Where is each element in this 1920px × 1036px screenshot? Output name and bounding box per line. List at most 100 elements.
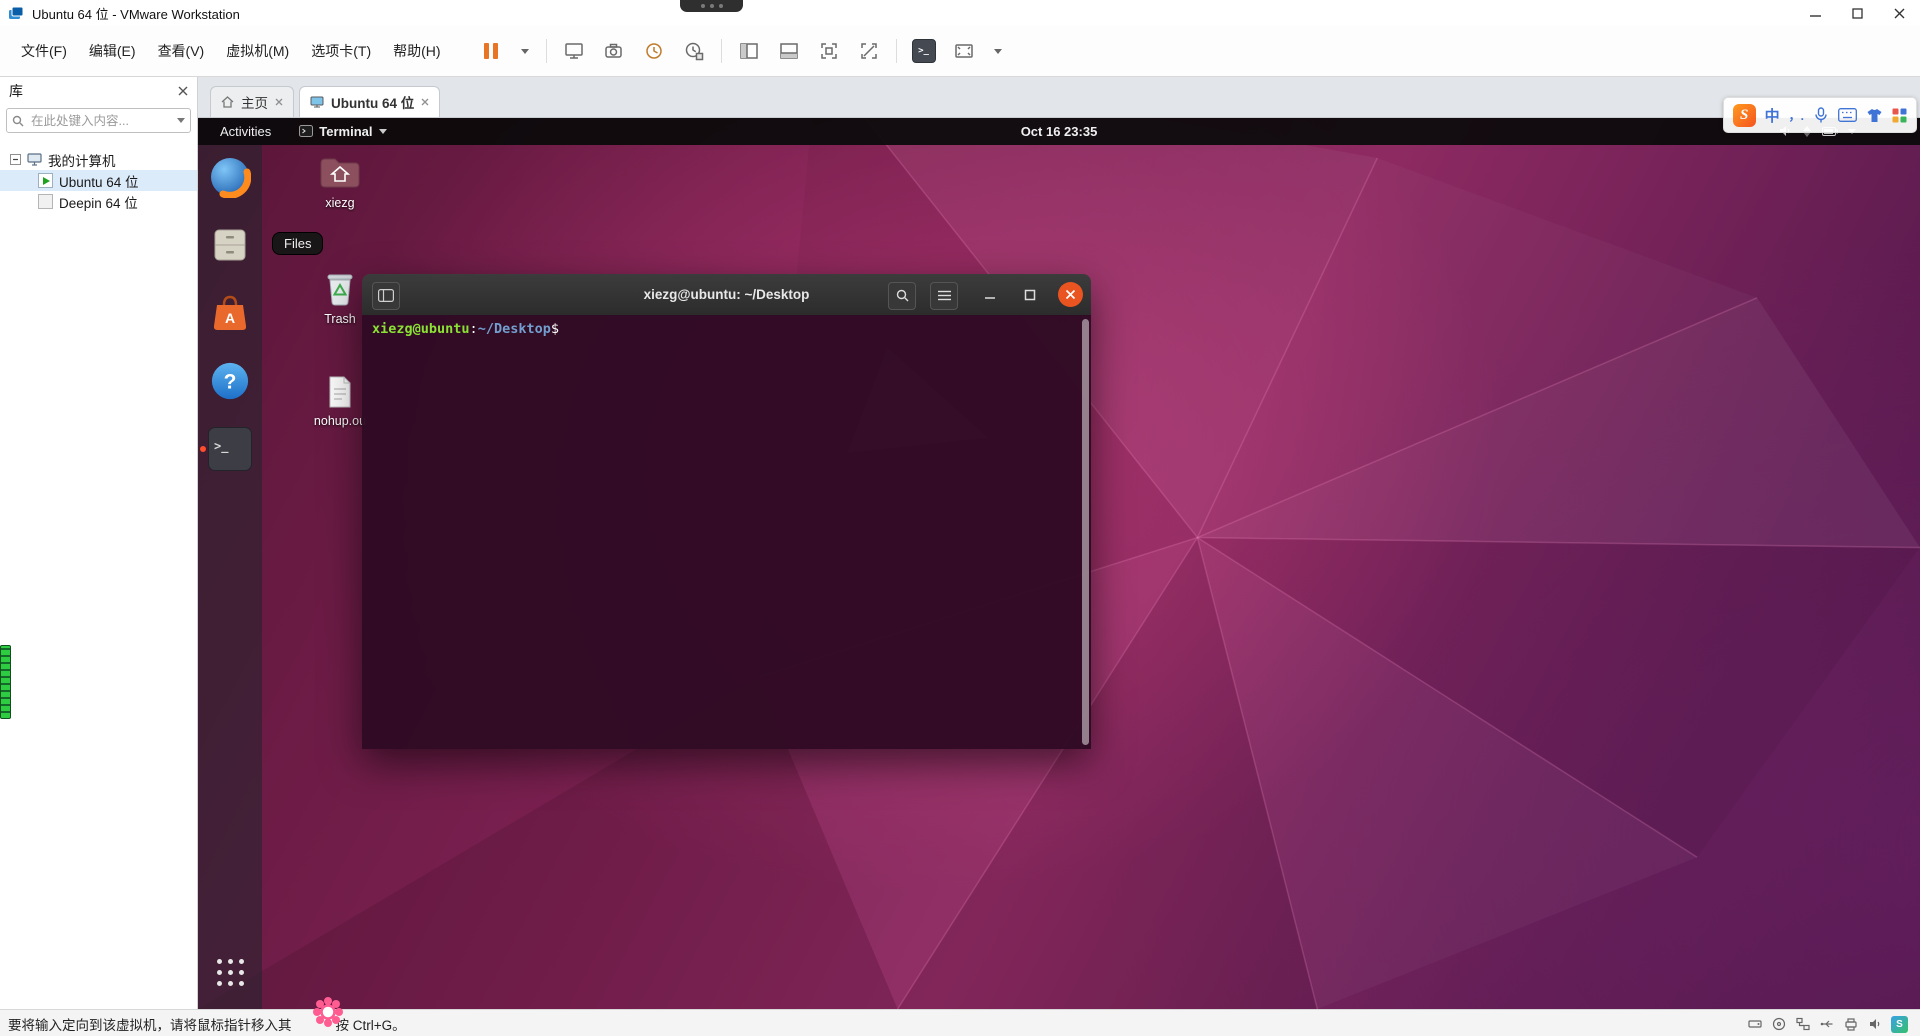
sound-icon[interactable]	[1867, 1016, 1883, 1032]
library-title: 库	[9, 83, 23, 99]
show-thumbnail-bar-button[interactable]	[776, 38, 802, 64]
menu-edit[interactable]: 编辑(E)	[78, 36, 147, 66]
dock-item-terminal[interactable]: >_	[200, 426, 253, 472]
firefox-icon	[211, 157, 251, 198]
fit-guest-button[interactable]	[816, 38, 842, 64]
app-menu-button[interactable]: Terminal	[299, 123, 387, 139]
toolbar-pull-tab[interactable]	[680, 0, 743, 12]
svg-text:?: ?	[224, 371, 237, 394]
dock: A ? >_	[198, 144, 262, 1009]
toolbox-grid-icon[interactable]	[1892, 108, 1907, 123]
tree-node-my-computer[interactable]: 我的计算机	[0, 149, 197, 170]
vm-screen-icon	[310, 96, 324, 108]
sogou-ime-bar: S 中 ，.	[1722, 97, 1917, 133]
terminal-mini-icon	[299, 125, 314, 138]
dock-item-ubuntu-software[interactable]: A	[207, 290, 253, 336]
toolbar: >_	[478, 38, 1005, 64]
cd-icon[interactable]	[1771, 1016, 1787, 1032]
ubuntu-software-icon: A	[213, 295, 247, 330]
tree-node-ubuntu-vm[interactable]: Ubuntu 64 位	[0, 170, 197, 191]
clock-button[interactable]: Oct 16 23:35	[1021, 124, 1098, 139]
revert-snapshot-button[interactable]	[641, 38, 667, 64]
menu-help[interactable]: 帮助(H)	[382, 36, 451, 66]
toolbar-separator	[720, 39, 722, 63]
ime-punctuation-toggle[interactable]: ，.	[1789, 107, 1804, 124]
vmware-logo-icon	[8, 5, 24, 21]
suspend-button[interactable]	[478, 38, 504, 64]
terminal-headerbar[interactable]: xiezg@ubuntu: ~/Desktop	[362, 273, 1091, 316]
library-search	[6, 108, 191, 133]
manage-snapshots-button[interactable]	[681, 38, 707, 64]
library-search-input[interactable]	[29, 112, 172, 129]
terminal-body[interactable]: xiezg@ubuntu:~/Desktop$	[362, 314, 1091, 749]
chevron-down-icon	[378, 128, 387, 134]
search-filter-caret-icon[interactable]	[177, 118, 185, 123]
suspend-dropdown-caret[interactable]	[518, 38, 532, 64]
tree-expander-icon[interactable]	[10, 154, 21, 165]
hdd-icon[interactable]	[1747, 1016, 1763, 1032]
virtual-console-button[interactable]: >_	[911, 38, 937, 64]
dock-item-help[interactable]: ?	[207, 358, 253, 404]
skin-shirt-icon[interactable]	[1866, 108, 1883, 123]
tree-node-deepin-vm[interactable]: Deepin 64 位	[0, 191, 197, 212]
menu-file[interactable]: 文件(F)	[10, 36, 78, 66]
terminal-minimize-button[interactable]	[978, 282, 1002, 308]
vm-console-screen[interactable]: Activities Terminal Oct 16 23:35 A ? >_ …	[198, 117, 1920, 1009]
new-terminal-tab-button[interactable]	[372, 281, 400, 310]
desktop-icon-label: xiezg	[325, 195, 355, 210]
menubar: 文件(F) 编辑(E) 查看(V) 虚拟机(M) 选项卡(T) 帮助(H) >_	[0, 26, 1920, 77]
running-indicator-dot	[200, 445, 206, 452]
window-controls	[1794, 0, 1920, 26]
fit-window-button[interactable]	[856, 38, 882, 64]
network-adapter-icon[interactable]	[1795, 1016, 1811, 1032]
tab-close-icon[interactable]	[275, 98, 283, 106]
toolbar-separator	[895, 39, 897, 63]
sogou-logo-icon[interactable]: S	[1732, 103, 1756, 127]
home-icon	[221, 96, 234, 108]
library-close-icon[interactable]	[178, 86, 188, 96]
soft-keyboard-icon[interactable]	[1838, 108, 1857, 122]
ime-tray-icon[interactable]: S	[1891, 1015, 1908, 1033]
vm-powered-off-icon	[38, 194, 53, 209]
terminal-menu-button[interactable]	[930, 281, 958, 310]
take-snapshot-button[interactable]	[601, 38, 627, 64]
terminal-scrollbar[interactable]	[1082, 318, 1089, 745]
tree-node-label: 我的计算机	[48, 153, 116, 169]
microphone-icon[interactable]	[1813, 106, 1829, 124]
menu-tabs[interactable]: 选项卡(T)	[300, 36, 382, 66]
tree-node-label: Ubuntu 64 位	[59, 174, 139, 190]
floating-gear-widget[interactable]	[312, 996, 344, 1028]
titlebar: Ubuntu 64 位 - VMware Workstation	[0, 0, 1920, 26]
menu-vm[interactable]: 虚拟机(M)	[215, 36, 300, 66]
statusbar-hint-left: 要将输入定向到该虚拟机，请将鼠标指针移入其	[8, 1018, 292, 1033]
ime-mode-toggle[interactable]: 中	[1765, 105, 1780, 126]
fullscreen-button[interactable]	[951, 38, 977, 64]
desktop-icon-home-folder[interactable]: xiezg	[296, 152, 384, 210]
tab-close-icon[interactable]	[421, 98, 429, 106]
desktop-icon-label: nohup.ou	[313, 413, 367, 428]
printer-icon[interactable]	[1843, 1016, 1859, 1032]
vmware-workstation-window: Ubuntu 64 位 - VMware Workstation 文件(F) 编…	[0, 0, 1920, 1036]
tab-ubuntu-vm[interactable]: Ubuntu 64 位	[299, 85, 441, 117]
window-maximize-button[interactable]	[1836, 0, 1878, 26]
tab-strip: 主页 Ubuntu 64 位	[198, 77, 1920, 118]
terminal-close-button[interactable]	[1058, 281, 1083, 307]
show-library-button[interactable]	[736, 38, 762, 64]
usb-icon[interactable]	[1819, 1016, 1835, 1032]
terminal-search-button[interactable]	[888, 281, 916, 310]
statusbar: 要将输入定向到该虚拟机，请将鼠标指针移入其 按 Ctrl+G。 S	[0, 1009, 1920, 1036]
computer-icon	[27, 153, 42, 166]
app-menu-label: Terminal	[319, 123, 373, 139]
terminal-maximize-button[interactable]	[1018, 282, 1042, 308]
tab-home[interactable]: 主页	[210, 85, 294, 117]
fullscreen-dropdown-caret[interactable]	[991, 38, 1005, 64]
window-close-button[interactable]	[1878, 0, 1920, 26]
dock-item-firefox[interactable]	[207, 154, 253, 200]
window-minimize-button[interactable]	[1794, 0, 1836, 26]
prompt-user-host: xiezg@ubuntu	[372, 320, 470, 337]
activities-button[interactable]: Activities	[214, 124, 277, 139]
menu-view[interactable]: 查看(V)	[147, 36, 216, 66]
show-applications-button[interactable]	[207, 949, 253, 995]
dock-item-files[interactable]	[207, 222, 253, 268]
send-ctrl-alt-del-button[interactable]	[561, 38, 587, 64]
